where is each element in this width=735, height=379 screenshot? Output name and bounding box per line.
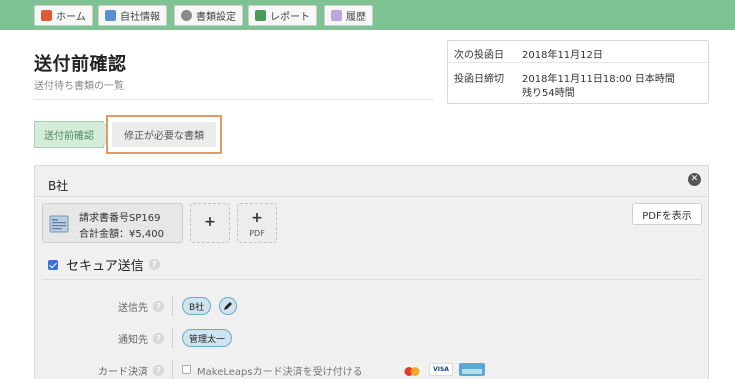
recipient-label: 送信先 (118, 303, 148, 314)
step-label: 修正が必要な書類 (124, 131, 204, 142)
amex-logo (462, 369, 482, 374)
invoice-document[interactable]: 請求書番号SP169 合計金額：¥5,400 (42, 203, 183, 243)
tab-label: 履歴 (346, 12, 366, 23)
step-label: 送付前確認 (44, 131, 94, 142)
card-payment-label-group: カード決済 ? (98, 363, 164, 378)
top-nav-bar: ホーム 自社情報 書類設定 レポート 履歴 (0, 0, 735, 30)
tab-home[interactable]: ホーム (34, 5, 93, 26)
company-icon (105, 10, 116, 21)
document-card: B社 ✕ 請求書番号SP169 合計金額：¥5,400 + + PDF PDFを… (34, 165, 709, 379)
view-pdf-button[interactable]: PDFを表示 (632, 203, 702, 225)
notify-label-group: 通知先 ? (118, 331, 164, 346)
field-separator (172, 360, 173, 379)
home-icon (41, 10, 52, 21)
deadline-label: 投函日締切 (454, 74, 504, 85)
view-pdf-label: PDFを表示 (642, 210, 692, 222)
add-pdf-label: PDF (249, 229, 265, 238)
schedule-info-box: 次の投函日 2018年11月12日 投函日締切 2018年11月11日18:00… (447, 40, 709, 104)
plus-icon: + (204, 214, 216, 230)
recipient-label-group: 送信先 ? (118, 299, 164, 314)
add-document-button[interactable]: + (190, 203, 230, 243)
secure-send-label: セキュア送信 (66, 259, 144, 274)
tab-label: 自社情報 (120, 12, 160, 23)
history-icon (331, 10, 342, 21)
help-icon[interactable]: ? (153, 333, 164, 344)
notify-tag[interactable]: 管理太一 (182, 329, 233, 347)
mastercard-icon (401, 363, 423, 376)
add-pdf-button[interactable]: + PDF (237, 203, 277, 243)
field-separator (172, 296, 173, 316)
next-send-date-value: 2018年11月12日 (522, 50, 603, 61)
tab-label: レポート (270, 12, 310, 23)
header-divider (34, 99, 434, 100)
step-needs-fix-highlight[interactable]: 修正が必要な書類 (106, 115, 222, 154)
report-chart-icon (255, 10, 266, 21)
amex-icon (459, 363, 485, 376)
page-title: 送付前確認 (34, 54, 127, 75)
tab-label: 書類設定 (196, 12, 236, 23)
invoice-number: 請求書番号SP169 (79, 213, 161, 224)
help-icon[interactable]: ? (153, 301, 164, 312)
tab-company-info[interactable]: 自社情報 (98, 5, 167, 26)
page-subtitle: 送付待ち書類の一覧 (34, 81, 124, 92)
settings-gear-icon (181, 10, 192, 21)
card-divider (35, 196, 708, 197)
next-send-date-label: 次の投函日 (454, 50, 504, 61)
field-separator (172, 328, 173, 348)
help-icon[interactable]: ? (148, 259, 160, 270)
invoice-total: 合計金額：¥5,400 (79, 229, 164, 240)
section-divider (42, 279, 702, 280)
notify-row: 通知先 ? 管理太一 (35, 328, 708, 348)
invoice-document-icon (49, 215, 69, 233)
secure-send-checkbox[interactable] (48, 259, 58, 270)
deadline-value: 2018年11月11日18:00 日本時間 (522, 74, 675, 85)
tab-label: ホーム (56, 12, 86, 23)
card-payment-label: カード決済 (98, 367, 148, 378)
card-payment-option: MakeLeapsカード決済を受け付ける (197, 367, 363, 378)
tab-history[interactable]: 履歴 (324, 5, 373, 26)
card-payment-row: カード決済 ? MakeLeapsカード決済を受け付ける VISA (35, 360, 708, 379)
close-icon[interactable]: ✕ (688, 173, 701, 186)
pencil-icon (224, 302, 232, 310)
company-name: B社 (48, 179, 69, 193)
step-needs-fix[interactable]: 修正が必要な書類 (112, 122, 216, 147)
step-pre-send-confirm[interactable]: 送付前確認 (34, 121, 104, 148)
plus-icon: + (251, 210, 263, 226)
card-payment-checkbox[interactable] (182, 365, 191, 374)
recipient-tag[interactable]: B社 (182, 297, 212, 315)
notify-label: 通知先 (118, 335, 148, 346)
edit-recipient-button[interactable] (219, 297, 237, 315)
tab-report[interactable]: レポート (248, 5, 317, 26)
visa-icon: VISA (429, 363, 453, 376)
tab-document-settings[interactable]: 書類設定 (174, 5, 243, 26)
recipient-row: 送信先 ? B社 (35, 296, 708, 316)
mastercard-logo (404, 367, 420, 376)
remaining-time: 残り54時間 (522, 88, 575, 99)
secure-send-option[interactable]: セキュア送信 ? (48, 255, 160, 274)
help-icon[interactable]: ? (153, 365, 164, 376)
